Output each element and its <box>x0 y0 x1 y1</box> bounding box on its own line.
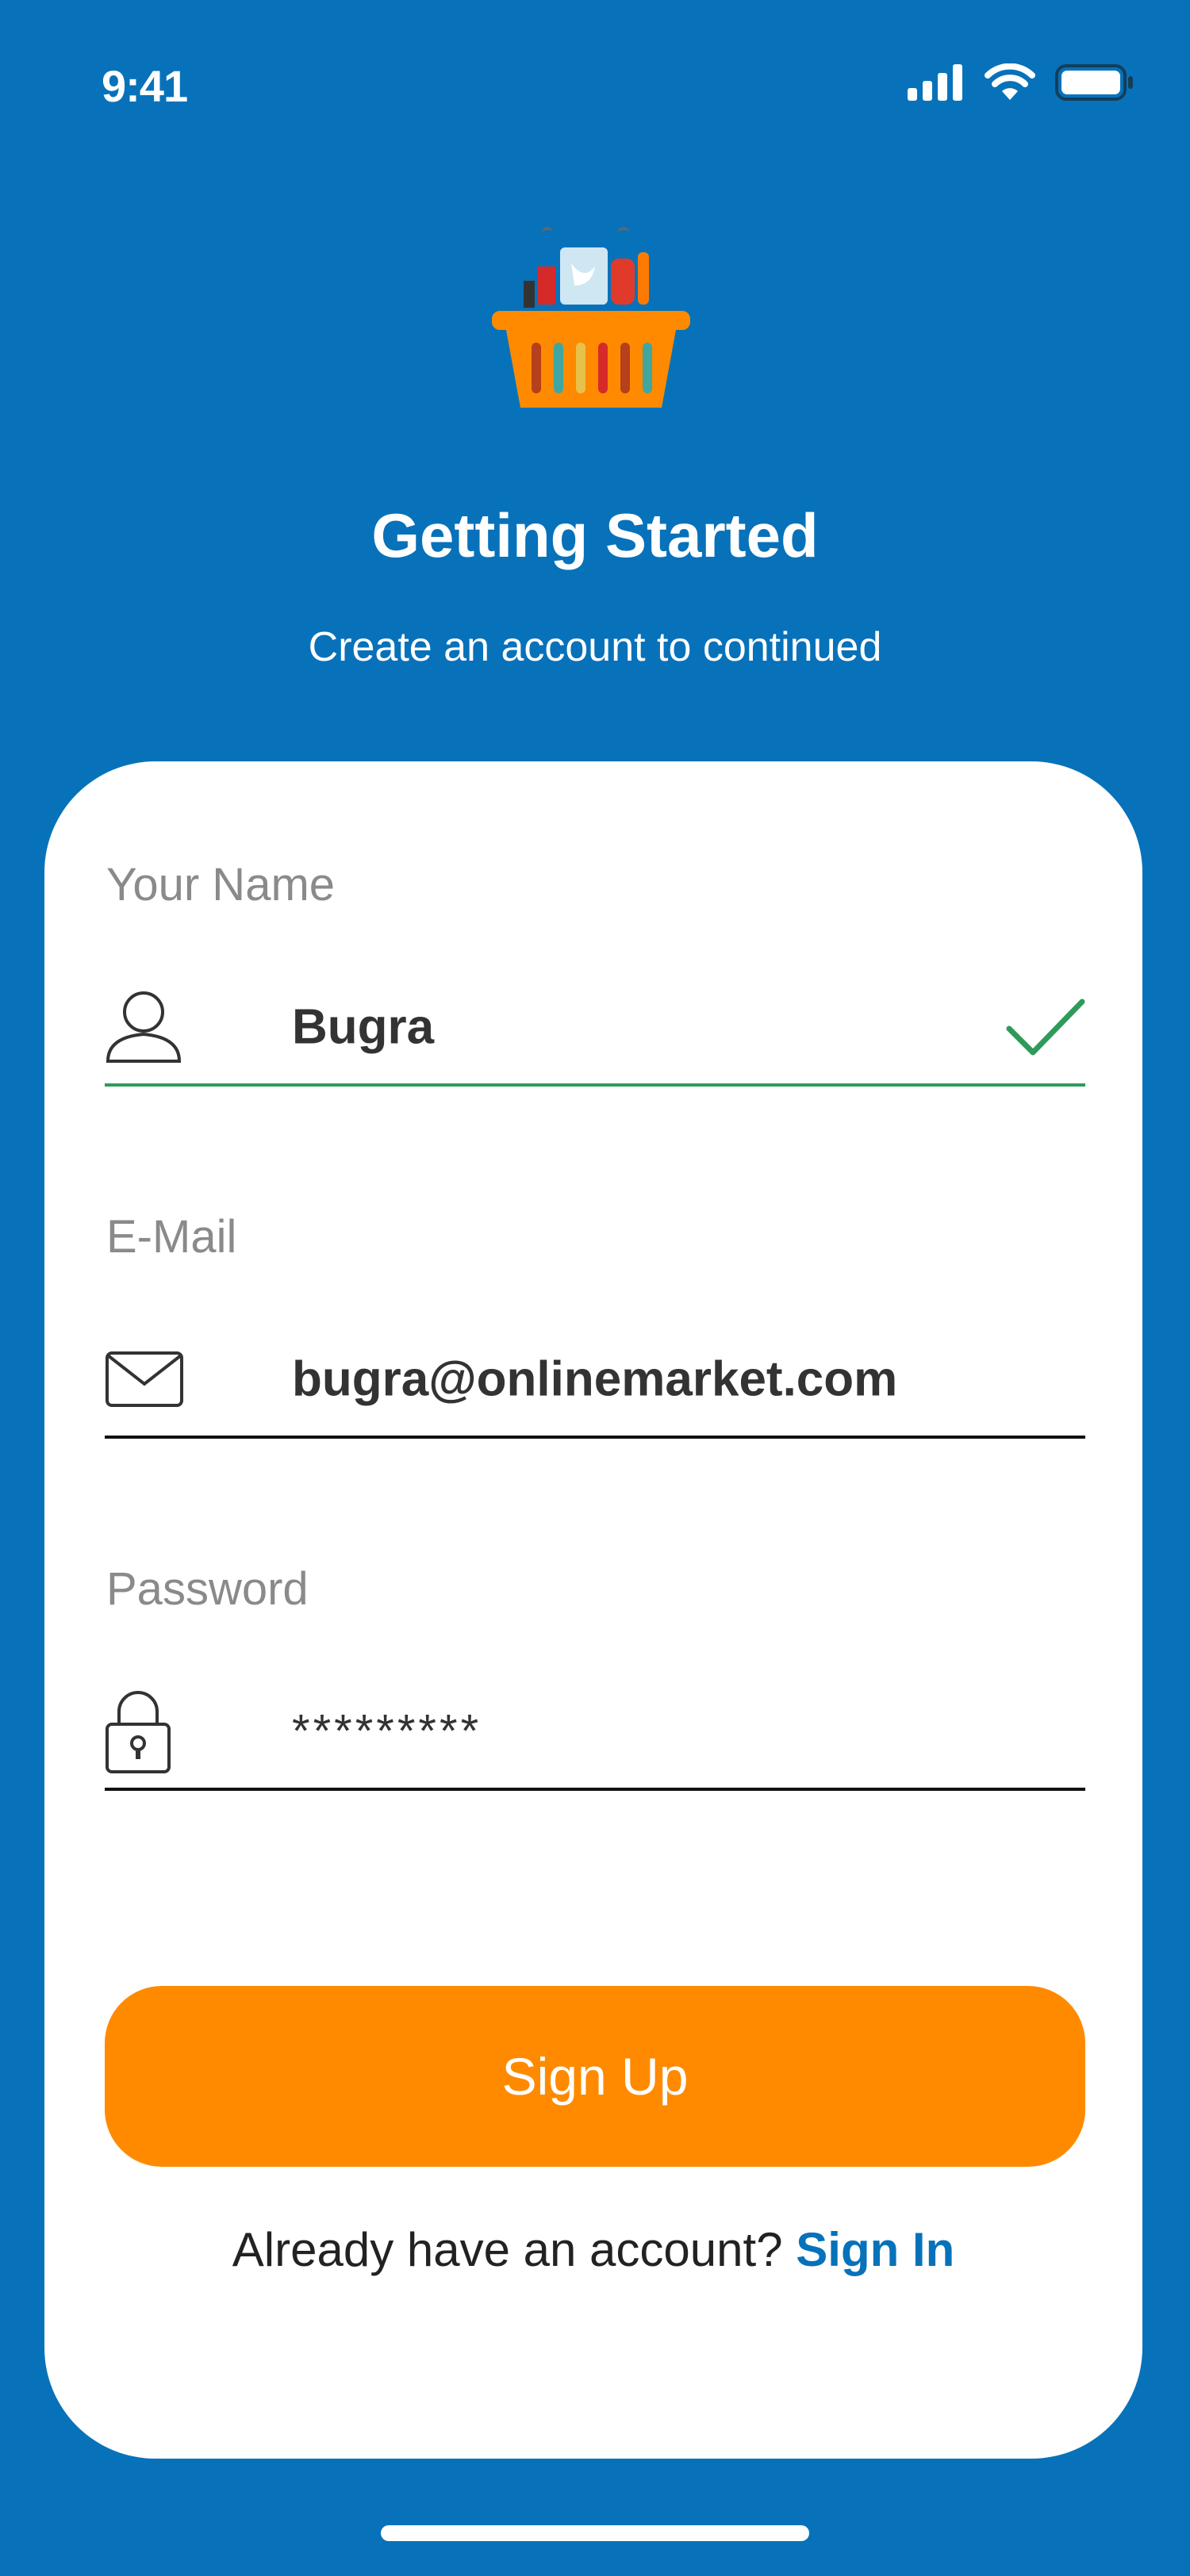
signin-prompt-text: Already have an account? <box>232 2223 797 2276</box>
signup-form-card: Your Name Bugra E-Mail bugra@onlinemarke… <box>44 761 1142 2459</box>
name-label: Your Name <box>106 859 336 910</box>
user-icon <box>106 991 182 1063</box>
battery-icon <box>1055 64 1133 101</box>
signin-link[interactable]: Sign In <box>796 2223 954 2276</box>
password-input[interactable]: ********* <box>292 1705 482 1758</box>
status-bar: 9:41 <box>0 56 1190 119</box>
name-field[interactable]: Bugra <box>105 968 1085 1087</box>
password-field[interactable]: ********* <box>105 1672 1085 1791</box>
wifi-icon <box>985 63 1035 100</box>
name-underline <box>105 1083 1085 1087</box>
name-input[interactable]: Bugra <box>292 999 434 1056</box>
home-indicator[interactable] <box>381 2525 809 2541</box>
page-title: Getting Started <box>371 500 819 570</box>
signup-button[interactable]: Sign Up <box>105 1986 1085 2167</box>
email-input[interactable]: bugra@onlinemarket.com <box>292 1351 897 1408</box>
signin-prompt: Already have an account? Sign In <box>44 2222 1142 2277</box>
lock-icon <box>106 1691 171 1773</box>
page-subtitle: Create an account to continued <box>308 624 882 670</box>
mail-icon <box>106 1351 183 1407</box>
password-underline <box>105 1788 1085 1791</box>
checkmark-icon <box>1006 999 1085 1056</box>
password-label: Password <box>106 1563 309 1615</box>
signup-screen: 9:41 Getting Started Create an account t… <box>0 0 1190 2576</box>
signal-icon <box>908 64 962 101</box>
email-field[interactable]: bugra@onlinemarket.com <box>105 1320 1085 1439</box>
email-label: E-Mail <box>106 1211 237 1263</box>
status-time: 9:41 <box>102 61 188 111</box>
shopping-basket-icon <box>492 227 690 408</box>
status-icons <box>908 63 1134 102</box>
email-underline <box>105 1436 1085 1439</box>
